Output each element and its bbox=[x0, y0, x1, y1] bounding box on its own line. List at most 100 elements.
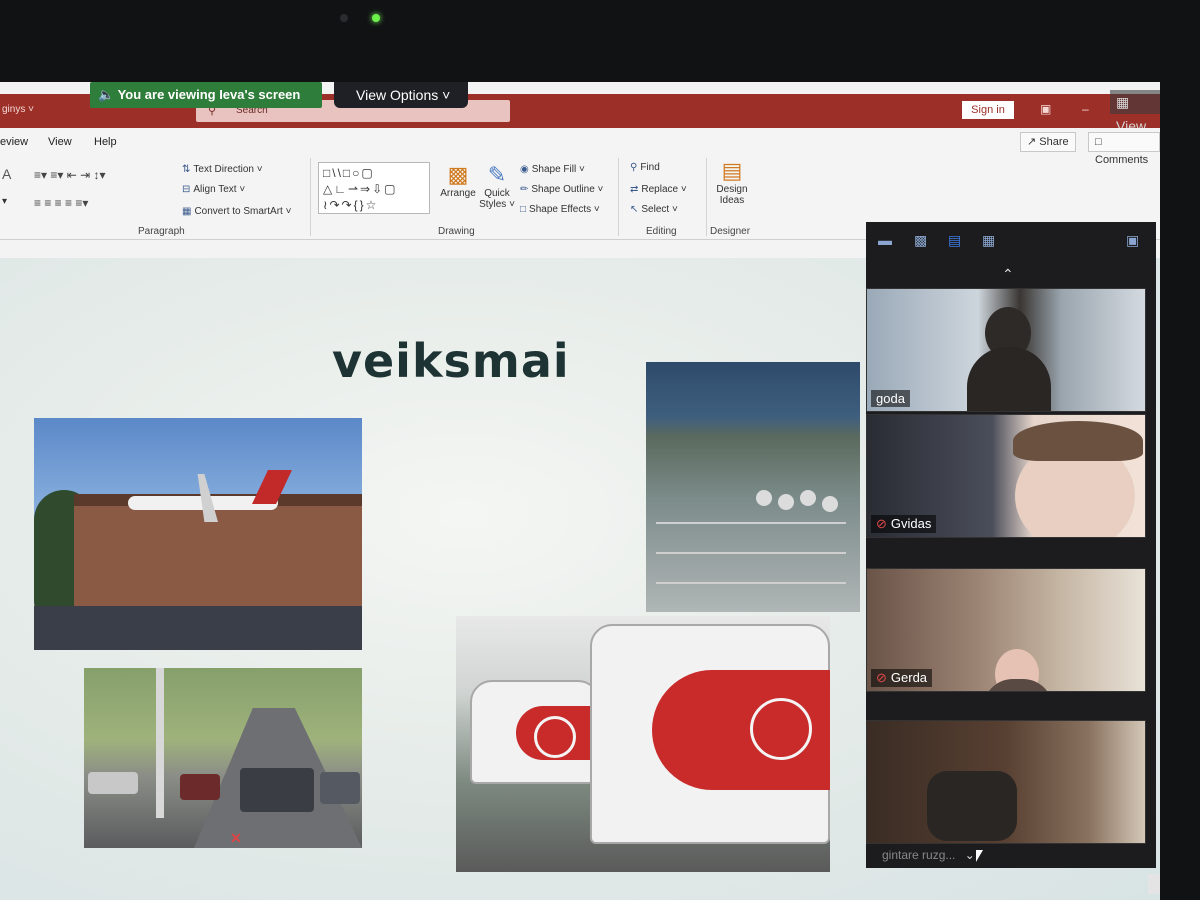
participant-name-tag: goda bbox=[871, 390, 910, 407]
text-direction-label: Text Direction ˅ bbox=[193, 164, 263, 175]
tank-shape bbox=[822, 496, 838, 512]
ribbon-display-icon[interactable]: ▣ bbox=[1040, 102, 1051, 116]
pipe-shape bbox=[656, 582, 846, 584]
arrange-icon: ▩ bbox=[447, 162, 469, 187]
comments-label: Comments bbox=[1095, 154, 1149, 166]
gallery-grid-icon[interactable]: ▦ bbox=[982, 232, 995, 249]
minimize-icon[interactable]: ▬ bbox=[878, 232, 892, 248]
align-text-button[interactable]: ⊟ Align Text ˅ bbox=[182, 184, 245, 195]
shared-screen: ginys ˅ ⚲ Search Sign in ▣ – 🔈 You are v… bbox=[0, 82, 1160, 900]
pipe-shape bbox=[656, 522, 846, 524]
participant-video-tile[interactable]: goda bbox=[866, 288, 1146, 412]
select-button[interactable]: ↖ Select ˅ bbox=[630, 204, 678, 215]
viewing-banner-text: You are viewing Ieva's screen bbox=[117, 87, 301, 102]
tank-shape bbox=[756, 490, 772, 506]
shape-fill-label: Shape Fill ˅ bbox=[531, 164, 585, 175]
participant-video-tile[interactable]: ⊘ Gvidas bbox=[866, 414, 1146, 538]
group-divider bbox=[618, 158, 619, 236]
airplane-houses-photo[interactable] bbox=[34, 418, 362, 650]
strip-view-icon[interactable]: ▤ bbox=[948, 232, 961, 249]
font-color-icon[interactable]: A bbox=[2, 166, 11, 182]
group-divider bbox=[310, 158, 311, 236]
sign-in-button[interactable]: Sign in bbox=[962, 101, 1014, 119]
bullets-icon[interactable]: ≡▾ ≡▾ ⇤ ⇥ ↕▾ bbox=[34, 168, 106, 182]
find-button[interactable]: ⚲ Find bbox=[630, 162, 660, 173]
minimize-icon[interactable]: – bbox=[1082, 102, 1089, 116]
tank-shape bbox=[778, 494, 794, 510]
drawing-group-label: Drawing bbox=[438, 226, 475, 237]
paragraph-group-label: Paragraph bbox=[138, 226, 185, 237]
comment-icon: □ bbox=[1095, 136, 1102, 148]
gallery-toolbar: ▬ ▩ ▤ ▦ ▣ bbox=[866, 222, 1156, 262]
replace-icon: ⇄ bbox=[630, 184, 639, 195]
scroll-handle[interactable] bbox=[1148, 874, 1160, 894]
quick-styles-label: Quick Styles ˅ bbox=[479, 188, 515, 210]
participant-video-tile[interactable] bbox=[866, 720, 1146, 844]
chevron-down-icon[interactable]: ⌄ bbox=[965, 848, 975, 862]
shapes-gallery[interactable]: □\\□○▢ △∟⇀⇒⇩▢ ≀↷↷{}☆ bbox=[318, 162, 430, 214]
chevron-up-icon[interactable]: ⌃ bbox=[1002, 266, 1014, 283]
participant-hair bbox=[1013, 421, 1143, 461]
mouse-cursor-icon bbox=[976, 850, 983, 862]
view-options-button[interactable]: View Options ˅ bbox=[334, 82, 468, 108]
street-pole-shape bbox=[156, 668, 164, 818]
participant-name: goda bbox=[876, 391, 905, 406]
tank-shape bbox=[800, 490, 816, 506]
close-icon[interactable]: ✕ bbox=[230, 830, 242, 847]
tab-view[interactable]: View bbox=[48, 136, 72, 148]
shape-fill-button[interactable]: ◉ Shape Fill ˅ bbox=[520, 164, 585, 175]
cursor-icon: ↖ bbox=[630, 204, 639, 215]
pen-icon: ✏ bbox=[520, 184, 529, 195]
effects-icon: □ bbox=[520, 204, 527, 215]
grid-view-icon: ▦ bbox=[1116, 94, 1130, 110]
traffic-jam-photo[interactable] bbox=[84, 668, 362, 848]
tab-help[interactable]: Help bbox=[94, 136, 117, 148]
share-icon: ↗ bbox=[1027, 136, 1040, 148]
text-direction-icon: ⇅ bbox=[182, 164, 191, 175]
slide-title[interactable]: veiksmai bbox=[332, 334, 570, 388]
align-icons[interactable]: ≡ ≡ ≡ ≡ ≡▾ bbox=[34, 196, 88, 210]
houses-shape bbox=[74, 506, 362, 616]
participant-body bbox=[983, 679, 1053, 691]
participant-video-tile[interactable]: ⊘ Gerda bbox=[866, 568, 1146, 692]
design-ideas-label: Design Ideas bbox=[716, 184, 748, 206]
train-photo[interactable] bbox=[456, 616, 830, 872]
gallery-footer: gintare ruzg... ⌄ bbox=[866, 842, 1156, 868]
replace-label: Replace ˅ bbox=[641, 184, 687, 195]
convert-smartart-button[interactable]: ▦ Convert to SmartArt ˅ bbox=[182, 206, 291, 217]
vytis-emblem-icon bbox=[750, 698, 812, 760]
participant-name: gintare ruzg... bbox=[882, 848, 956, 862]
comments-button[interactable]: □ Comments bbox=[1088, 132, 1160, 166]
font-dropdown-icon[interactable]: ▾ bbox=[2, 196, 7, 207]
shape-outline-button[interactable]: ✏ Shape Outline ˅ bbox=[520, 184, 603, 195]
exit-fullscreen-icon[interactable]: ▣ bbox=[1126, 232, 1139, 249]
car-shape bbox=[180, 774, 220, 800]
shape-outline-label: Shape Outline ˅ bbox=[531, 184, 604, 195]
design-ideas-button[interactable]: ▤ Design Ideas bbox=[712, 158, 752, 206]
share-button[interactable]: ↗ Share bbox=[1020, 132, 1076, 152]
vytis-emblem-icon bbox=[534, 716, 576, 758]
shape-effects-button[interactable]: □ Shape Effects ˅ bbox=[520, 204, 600, 215]
designer-group-label: Designer bbox=[710, 226, 751, 237]
speaker-view-icon[interactable]: ▩ bbox=[914, 232, 927, 249]
text-direction-button[interactable]: ⇅ Text Direction ˅ bbox=[182, 164, 263, 175]
refinery-photo[interactable] bbox=[646, 362, 860, 612]
car-shape bbox=[240, 768, 314, 812]
document-name[interactable]: ginys ˅ bbox=[2, 104, 34, 115]
participant-body bbox=[967, 347, 1051, 411]
search-icon: ⚲ bbox=[630, 162, 638, 173]
view-button[interactable]: ▦ View bbox=[1110, 90, 1160, 134]
participant-name-tag: ⊘ Gerda bbox=[871, 669, 933, 687]
car-shape bbox=[320, 772, 360, 804]
tab-review[interactable]: eview bbox=[0, 136, 28, 148]
convert-smartart-label: Convert to SmartArt ˅ bbox=[194, 206, 292, 217]
viewing-screen-banner: 🔈 You are viewing Ieva's screen bbox=[90, 82, 322, 108]
webcam-lens bbox=[340, 14, 348, 22]
quick-styles-button[interactable]: ✎ Quick Styles ˅ bbox=[478, 162, 516, 210]
arrange-button[interactable]: ▩ Arrange bbox=[438, 162, 478, 199]
replace-button[interactable]: ⇄ Replace ˅ bbox=[630, 184, 687, 195]
shape-effects-label: Shape Effects ˅ bbox=[529, 204, 600, 215]
smartart-icon: ▦ bbox=[182, 206, 192, 217]
paint-bucket-icon: ◉ bbox=[520, 164, 529, 175]
video-gallery-panel: ▬ ▩ ▤ ▦ ▣ ⌃ goda ⊘ Gvidas ⊘ Gerda gintare … bbox=[866, 222, 1156, 868]
